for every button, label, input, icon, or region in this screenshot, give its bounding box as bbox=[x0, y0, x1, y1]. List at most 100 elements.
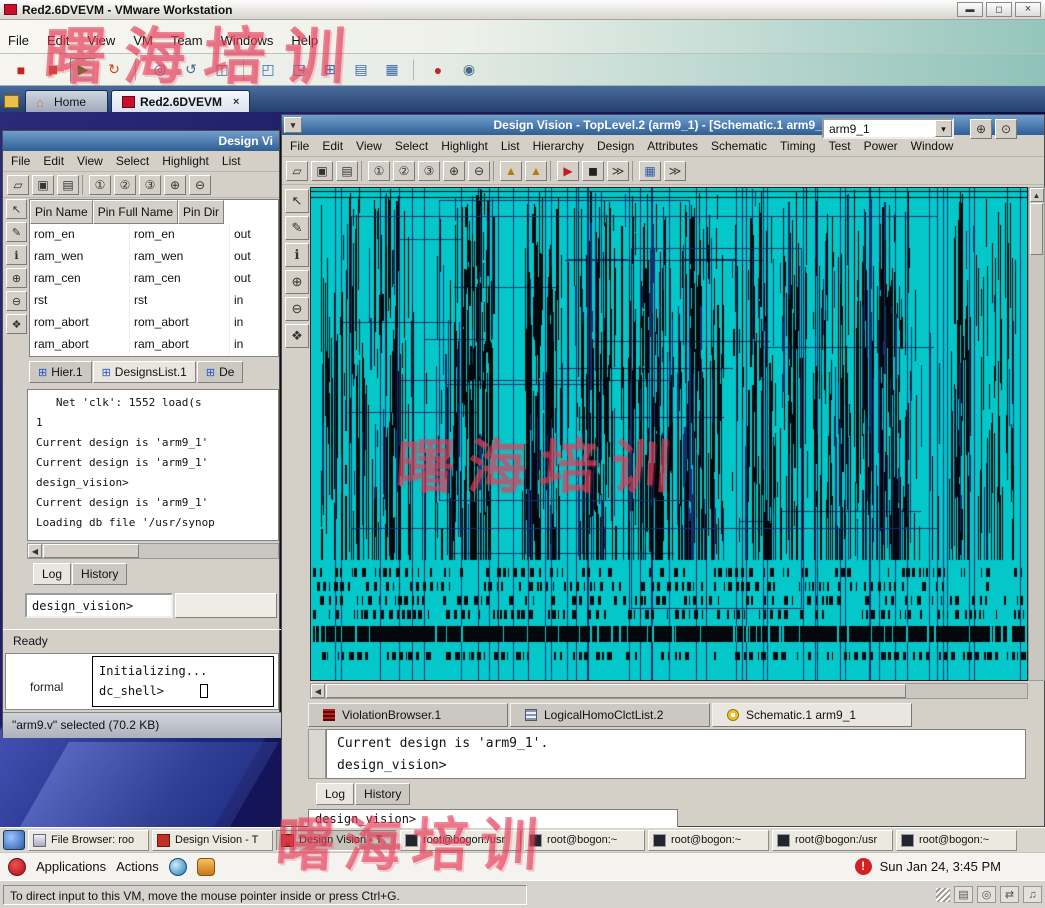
toolbar-overflow-icon[interactable]: ≫ bbox=[607, 161, 629, 181]
tab-close-icon[interactable] bbox=[233, 96, 239, 108]
command-input-extension[interactable] bbox=[175, 593, 277, 618]
view-tab[interactable]: ⊞De bbox=[197, 361, 244, 383]
menu-item[interactable]: Edit bbox=[43, 154, 64, 168]
menu-item[interactable]: Power bbox=[864, 139, 898, 153]
folder-icon[interactable] bbox=[4, 95, 19, 108]
scroll-left-icon[interactable] bbox=[311, 684, 325, 698]
up-hierarchy-icon[interactable]: ▲ bbox=[500, 161, 522, 181]
vertical-scrollbar[interactable] bbox=[1028, 187, 1045, 681]
menu-item[interactable]: Hierarchy bbox=[533, 139, 584, 153]
vm-tab[interactable]: Home bbox=[25, 90, 108, 112]
menu-item[interactable]: Help bbox=[291, 33, 318, 48]
print-icon[interactable]: ▤ bbox=[57, 175, 79, 195]
reset-icon[interactable]: ↻ bbox=[101, 58, 127, 82]
open-icon[interactable]: ▱ bbox=[7, 175, 29, 195]
snapshot-manager-icon[interactable]: ◫ bbox=[209, 58, 235, 82]
menu-item[interactable]: File bbox=[290, 139, 309, 153]
close-button[interactable] bbox=[1015, 2, 1041, 17]
revert-snapshot-icon[interactable]: ↺ bbox=[178, 58, 204, 82]
launcher-icon[interactable] bbox=[3, 830, 25, 850]
menu-item[interactable]: File bbox=[8, 33, 29, 48]
clear-highlight-icon[interactable]: ◼ bbox=[582, 161, 604, 181]
cd-rom-icon[interactable]: ◎ bbox=[977, 886, 996, 903]
chevron-down-icon[interactable]: ▾ bbox=[935, 120, 952, 137]
network-adapter-icon[interactable]: ⇄ bbox=[1000, 886, 1019, 903]
record-icon[interactable]: ● bbox=[425, 58, 451, 82]
zoom-out-icon[interactable]: ⊖ bbox=[189, 175, 211, 195]
menu-item[interactable]: View bbox=[77, 154, 103, 168]
zoom-out-tool-icon[interactable]: ⊖ bbox=[6, 291, 27, 311]
select-tool-icon[interactable]: ↖ bbox=[6, 199, 27, 219]
zoom-in-icon[interactable]: ⊕ bbox=[443, 161, 465, 181]
zoom-in-tool-icon[interactable]: ⊕ bbox=[285, 270, 309, 294]
table-row[interactable]: ram_wenram_wenout bbox=[30, 246, 278, 268]
menu-item[interactable]: Test bbox=[829, 139, 851, 153]
web-browser-icon[interactable] bbox=[169, 858, 187, 876]
log-tab[interactable]: History bbox=[355, 783, 410, 805]
menu-item[interactable]: Highlight bbox=[441, 139, 488, 153]
clock[interactable]: Sun Jan 24, 3:45 PM bbox=[880, 859, 1001, 874]
console-view-icon[interactable]: ▤ bbox=[348, 58, 374, 82]
menu-item[interactable]: Highlight bbox=[162, 154, 209, 168]
scroll-thumb[interactable] bbox=[326, 684, 906, 698]
table-row[interactable]: rstrstin bbox=[30, 290, 278, 312]
toolbar-separator[interactable] bbox=[550, 161, 554, 181]
log-tab[interactable]: History bbox=[72, 563, 127, 585]
toolbar-overflow-icon[interactable]: ≫ bbox=[664, 161, 686, 181]
suspend-icon[interactable]: ▮▮ bbox=[39, 58, 65, 82]
scroll-left-icon[interactable] bbox=[28, 544, 42, 558]
maximize-button[interactable] bbox=[986, 2, 1012, 17]
hard-disk-icon[interactable]: ▤ bbox=[954, 886, 973, 903]
power-off-icon[interactable]: ■ bbox=[8, 58, 34, 82]
zoom-cursor-icon[interactable]: ⊙ bbox=[995, 119, 1017, 139]
table-row[interactable]: rom_enrom_enout bbox=[30, 224, 278, 246]
zoom-select-icon[interactable]: ① bbox=[89, 175, 111, 195]
zoom-100-icon[interactable]: ③ bbox=[139, 175, 161, 195]
pan-tool-icon[interactable]: ❖ bbox=[285, 324, 309, 348]
email-launcher-icon[interactable] bbox=[197, 858, 215, 876]
fullscreen-icon[interactable]: ◰ bbox=[255, 58, 281, 82]
toolbar-separator[interactable] bbox=[82, 175, 86, 195]
column-header[interactable]: Pin Full Name bbox=[93, 200, 178, 224]
save-icon[interactable]: ▣ bbox=[311, 161, 333, 181]
log-tab[interactable]: Log bbox=[33, 563, 71, 585]
vm-tab[interactable]: Red2.6DVEVM bbox=[111, 90, 250, 112]
zoom-out-icon[interactable]: ⊖ bbox=[468, 161, 490, 181]
menu-item[interactable]: Schematic bbox=[711, 139, 767, 153]
applications-menu[interactable]: Applications bbox=[36, 859, 106, 874]
info-tool-icon[interactable]: ℹ bbox=[285, 243, 309, 267]
column-header[interactable]: Pin Dir bbox=[178, 200, 224, 224]
snapshot-icon[interactable]: ◎ bbox=[147, 58, 173, 82]
titlebar[interactable]: Red2.6DVEVM - VMware Workstation bbox=[0, 0, 1045, 20]
window-shade-icon[interactable] bbox=[284, 117, 302, 133]
command-input[interactable]: design_vision> bbox=[308, 809, 678, 827]
redhat-menu-icon[interactable] bbox=[8, 858, 26, 876]
resize-grip-icon[interactable] bbox=[936, 888, 950, 902]
menu-item[interactable]: Edit bbox=[47, 33, 69, 48]
taskbar-window-button[interactable]: root@bogon:~ bbox=[524, 830, 645, 851]
info-tool-icon[interactable]: ℹ bbox=[6, 245, 27, 265]
toolbar-separator[interactable] bbox=[243, 59, 247, 81]
minimize-button[interactable] bbox=[957, 2, 983, 17]
alert-icon[interactable] bbox=[855, 858, 872, 875]
zoom-in-tool-icon[interactable]: ⊕ bbox=[6, 268, 27, 288]
taskbar-window-button[interactable]: Design Vision - T bbox=[276, 830, 397, 851]
taskbar-window-button[interactable]: root@bogon:/usr bbox=[400, 830, 521, 851]
taskbar-window-button[interactable]: File Browser: roo bbox=[28, 830, 149, 851]
view-tab[interactable]: ⊞Hier.1 bbox=[29, 361, 92, 383]
command-input[interactable]: design_vision> bbox=[25, 593, 173, 618]
toolbar-separator[interactable] bbox=[632, 161, 636, 181]
menu-item[interactable]: Team bbox=[171, 33, 203, 48]
menu-item[interactable]: View bbox=[87, 33, 115, 48]
zoom-fit-icon[interactable]: ② bbox=[114, 175, 136, 195]
quick-switch-icon[interactable]: ◳ bbox=[286, 58, 312, 82]
unity-icon[interactable]: ⊞ bbox=[317, 58, 343, 82]
menu-item[interactable]: Timing bbox=[780, 139, 816, 153]
zoom-out-tool-icon[interactable]: ⊖ bbox=[285, 297, 309, 321]
menu-item[interactable]: VM bbox=[133, 33, 153, 48]
vm-display[interactable]: Design Vi FileEditViewSelectHighlightLis… bbox=[0, 112, 1045, 827]
table-row[interactable]: rom_abortrom_abortin bbox=[30, 312, 278, 334]
design-selector[interactable]: arm9_1▾ bbox=[822, 118, 954, 139]
zoom-in-icon[interactable]: ⊕ bbox=[970, 119, 992, 139]
open-icon[interactable]: ▱ bbox=[286, 161, 308, 181]
